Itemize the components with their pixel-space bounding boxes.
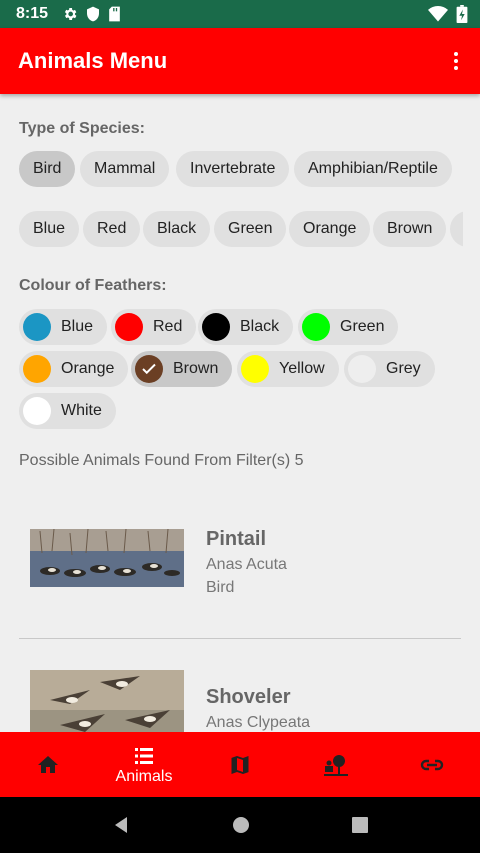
system-navigation-bar — [0, 797, 480, 853]
animal-card[interactable]: Shoveler Anas Clypeata — [0, 656, 480, 732]
color-swatch-icon — [23, 355, 51, 383]
color-swatch-icon — [23, 313, 51, 341]
colour-chip-blue[interactable]: Blue — [19, 211, 80, 247]
animal-name: Shoveler — [206, 686, 291, 708]
colour-chip-orange[interactable]: Orange — [289, 211, 371, 247]
animal-photo-pintail — [30, 529, 184, 587]
color-swatch-icon — [202, 313, 230, 341]
feather-chip-label: Green — [340, 318, 385, 335]
nav-animals-label: Animals — [115, 767, 173, 785]
colour-chip-black[interactable]: Black — [143, 211, 211, 247]
feather-chip-yellow[interactable]: Yellow — [237, 351, 339, 387]
feather-chip-blue[interactable]: Blue — [19, 309, 108, 345]
overflow-menu-icon[interactable] — [450, 52, 462, 70]
colour-chip-brown[interactable]: Brown — [373, 211, 447, 247]
recents-icon[interactable] — [351, 816, 369, 834]
animal-scientific-name: Anas Acuta — [206, 556, 287, 573]
nav-map[interactable] — [192, 732, 288, 797]
feather-chip-label: Brown — [173, 360, 219, 377]
filter-content[interactable]: Type of Species: Bird Mammal Invertebrat… — [0, 94, 480, 732]
app-title: Animals Menu — [18, 48, 168, 73]
list-icon — [135, 747, 153, 764]
app-bar: Animals Menu — [0, 28, 480, 94]
wifi-icon — [428, 6, 448, 22]
animal-scientific-name: Anas Clypeata — [206, 714, 311, 731]
feather-chip-label: Grey — [386, 360, 421, 377]
status-time: 8:15 — [16, 5, 49, 22]
bottom-navigation: Animals — [0, 732, 480, 797]
feather-chip-label: Yellow — [279, 360, 325, 377]
feather-chip-black[interactable]: Black — [198, 309, 294, 345]
species-chip-mammal[interactable]: Mammal — [80, 151, 170, 187]
person-tree-icon — [324, 754, 348, 776]
feather-chip-orange[interactable]: Orange — [19, 351, 129, 387]
color-swatch-icon — [241, 355, 269, 383]
results-count: Possible Animals Found From Filter(s) 5 — [19, 452, 304, 469]
animal-card[interactable]: Pintail Anas Acuta Bird — [0, 498, 480, 638]
color-swatch-icon — [135, 355, 163, 383]
animal-name: Pintail — [206, 528, 267, 550]
feathers-title: Colour of Feathers: — [19, 277, 167, 294]
feather-chip-label: Orange — [61, 360, 115, 377]
home-icon — [38, 755, 58, 773]
settings-icon — [64, 8, 77, 20]
battery-icon — [456, 5, 468, 23]
colour-chip-green[interactable]: Green — [214, 211, 287, 247]
link-icon — [420, 759, 444, 770]
species-title: Type of Species: — [19, 120, 145, 137]
color-swatch-icon — [348, 355, 376, 383]
list-divider — [19, 638, 461, 639]
nav-animals[interactable]: Animals — [96, 732, 192, 797]
colour-chip-partial[interactable] — [450, 211, 463, 247]
nav-links[interactable] — [384, 732, 480, 797]
sd-card-icon — [109, 6, 120, 22]
feather-chip-label: Red — [153, 318, 183, 335]
feather-chip-white[interactable]: White — [19, 393, 116, 429]
feather-chip-label: Blue — [61, 318, 94, 335]
colour-chip-red[interactable]: Red — [83, 211, 141, 247]
color-swatch-icon — [302, 313, 330, 341]
nav-home[interactable] — [0, 732, 96, 797]
check-icon — [142, 363, 156, 375]
back-icon[interactable] — [111, 815, 131, 835]
feather-chip-red[interactable]: Red — [111, 309, 197, 345]
species-chip-amphibian-reptile[interactable]: Amphibian/Reptile — [294, 151, 452, 187]
nav-people[interactable] — [288, 732, 384, 797]
species-chip-bird[interactable]: Bird — [19, 151, 76, 187]
feather-chip-brown[interactable]: Brown — [131, 351, 233, 387]
home-circle-icon[interactable] — [232, 816, 250, 834]
map-icon — [231, 755, 249, 774]
animal-type: Bird — [206, 579, 235, 596]
colour-chip-row[interactable]: Blue Red Black Green Orange Brown — [0, 211, 463, 247]
feather-chip-grey[interactable]: Grey — [344, 351, 435, 387]
feather-chip-green[interactable]: Green — [298, 309, 399, 345]
species-chip-invertebrate[interactable]: Invertebrate — [176, 151, 290, 187]
shield-icon — [87, 6, 100, 22]
color-swatch-icon — [23, 397, 51, 425]
animal-photo-shoveler — [30, 670, 184, 732]
status-bar: 8:15 — [0, 0, 480, 28]
feather-chip-label: White — [61, 402, 102, 419]
color-swatch-icon — [115, 313, 143, 341]
feather-chip-label: Black — [240, 318, 280, 335]
